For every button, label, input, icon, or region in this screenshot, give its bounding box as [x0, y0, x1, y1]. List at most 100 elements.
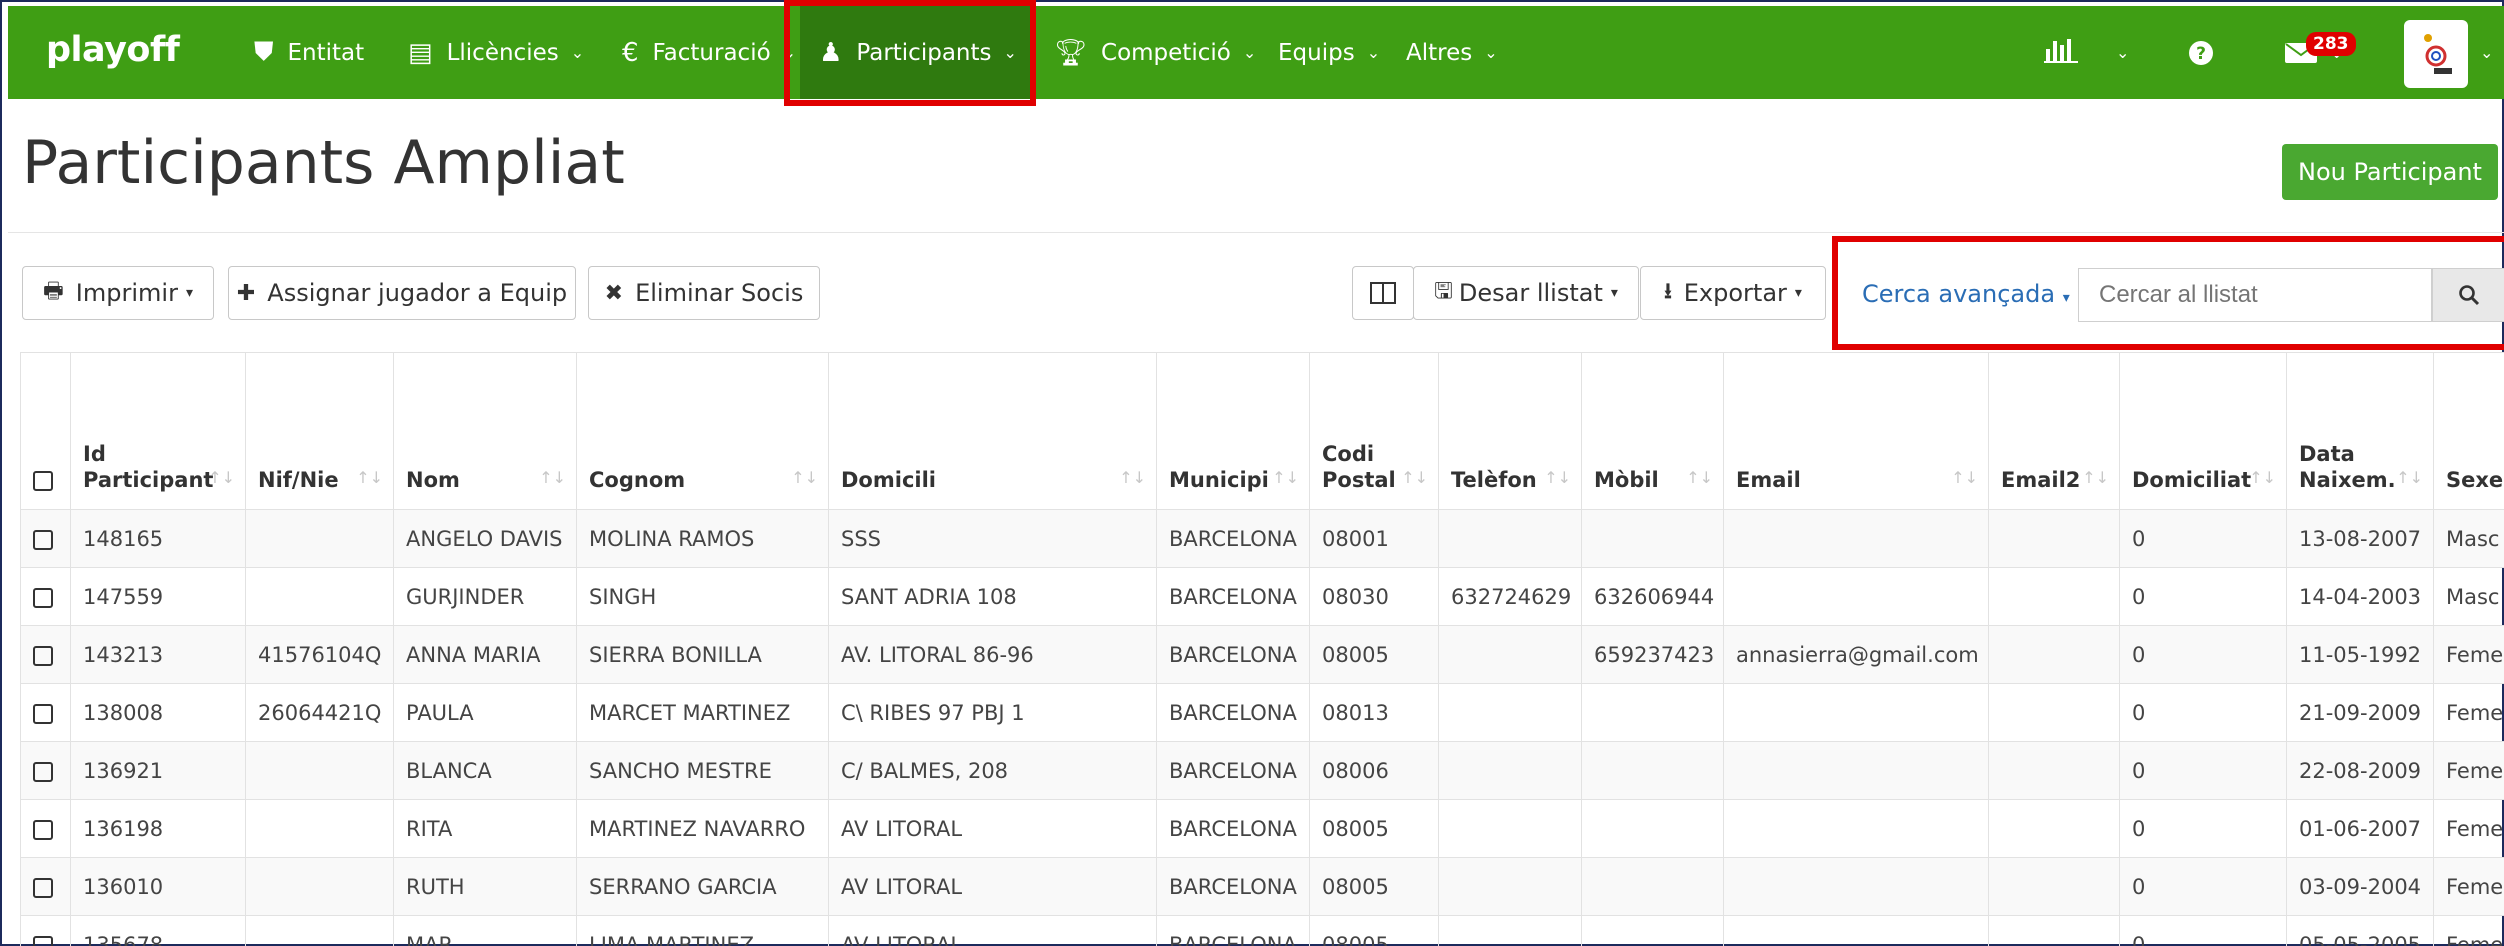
header-email2[interactable]: Email2 ↑↓: [1988, 352, 2120, 510]
table-row[interactable]: 136921 BLANCA SANCHO MESTRE C/ BALMES, 208 B…: [20, 741, 2504, 800]
row-checkbox[interactable]: [33, 819, 53, 840]
table-cell: [1438, 915, 1582, 946]
row-checkbox[interactable]: [33, 877, 53, 898]
help-button[interactable]: ?: [2188, 6, 2214, 99]
advanced-search-toggle[interactable]: Cerca avançada ▾: [1862, 280, 2070, 308]
table-cell: PAULA: [393, 683, 577, 742]
table-cell: [1988, 857, 2120, 916]
table-row[interactable]: 135678 MAR LIMA MARTINEZ AV LITORAL BARCELON…: [20, 915, 2504, 946]
header-telefon[interactable]: Telèfon ↑↓: [1438, 352, 1582, 510]
export-button[interactable]: ⭳ Exportar ▾: [1640, 266, 1826, 320]
header-data-naixement[interactable]: Data Naixem. ↑↓: [2286, 352, 2434, 510]
table-cell: [1581, 741, 1724, 800]
club-logo-avatar[interactable]: [2404, 20, 2468, 88]
row-checkbox[interactable]: [33, 587, 53, 608]
nav-altres-label: Altres: [1406, 39, 1473, 66]
table-cell: MOLINA RAMOS: [576, 509, 829, 568]
nav-equips[interactable]: Equips ⌄: [1278, 6, 1380, 99]
table-cell: [245, 509, 394, 568]
columns-toggle-button[interactable]: [1352, 266, 1414, 320]
table-cell: AV LITORAL: [828, 915, 1157, 946]
header-sexe[interactable]: Sexe: [2433, 352, 2504, 510]
table-cell: 0: [2119, 857, 2287, 916]
nav-altres[interactable]: Altres ⌄: [1406, 6, 1498, 99]
printer-icon: 🖶︎: [43, 279, 64, 304]
header-nom[interactable]: Nom ↑↓: [393, 352, 577, 510]
plus-icon: ✚: [236, 280, 256, 306]
table-cell: MAR: [393, 915, 577, 946]
row-select-cell: [20, 625, 71, 684]
table-cell: 0: [2119, 567, 2287, 626]
table-row[interactable]: 138008 26064421Q PAULA MARCET MARTINEZ C\ RI…: [20, 683, 2504, 742]
table-cell: SIERRA BONILLA: [576, 625, 829, 684]
table-row[interactable]: 136198 RITA MARTINEZ NAVARRO AV LITORAL BARC…: [20, 799, 2504, 858]
table-row[interactable]: 143213 41576104Q ANNA MARIA SIERRA BONILLA A…: [20, 625, 2504, 684]
delete-members-button[interactable]: ✖ Eliminar Socis: [588, 266, 820, 320]
table-cell: annasierra@gmail.com: [1723, 625, 1989, 684]
table-cell: [1988, 915, 2120, 946]
print-button[interactable]: 🖶︎ Imprimir ▾: [22, 266, 214, 320]
header-domicili[interactable]: Domicili ↑↓: [828, 352, 1157, 510]
table-cell: 03-09-2004: [2286, 857, 2434, 916]
table-cell: SANT ADRIA 108: [828, 567, 1157, 626]
table-cell: SERRANO GARCIA: [576, 857, 829, 916]
table-cell: 136198: [70, 799, 246, 858]
table-row[interactable]: 148165 ANGELO DAVIS MOLINA RAMOS SSS BARCELO…: [20, 509, 2504, 568]
select-all-checkbox[interactable]: [33, 471, 53, 491]
table-cell: [245, 799, 394, 858]
header-nif[interactable]: Nif/Nie ↑↓: [245, 352, 394, 510]
row-checkbox[interactable]: [33, 529, 53, 550]
floppy-disk-icon: 🖫︎: [1434, 279, 1453, 304]
header-domiciliat[interactable]: Domiciliat ↑↓: [2119, 352, 2287, 510]
user-menu-toggle[interactable]: ⌄: [2480, 6, 2493, 99]
table-row[interactable]: 147559 GURJINDER SINGH SANT ADRIA 108 BARCEL…: [20, 567, 2504, 626]
euro-icon: €: [622, 37, 639, 68]
assign-player-button[interactable]: ✚ Assignar jugador a Equip: [228, 266, 576, 320]
close-icon: ✖: [604, 280, 624, 306]
delete-label: Eliminar Socis: [635, 279, 804, 307]
question-icon: ?: [2189, 40, 2213, 65]
stats-menu[interactable]: ⌄: [2044, 6, 2129, 99]
print-label: Imprimir: [75, 279, 178, 307]
nav-competicio[interactable]: 🏆︎ Competició ⌄: [1054, 6, 1256, 99]
table-cell: 632724629: [1438, 567, 1582, 626]
table-cell: [245, 857, 394, 916]
download-icon: ⭳: [1664, 279, 1672, 304]
brand-logo[interactable]: playoff: [46, 30, 180, 70]
row-checkbox[interactable]: [33, 645, 53, 666]
table-cell: BARCELONA: [1156, 741, 1310, 800]
table-cell: Feme: [2433, 799, 2504, 858]
table-cell: 148165: [70, 509, 246, 568]
chevron-down-icon: ⌄: [2116, 43, 2130, 62]
header-codi-postal[interactable]: Codi Postal ↑↓: [1309, 352, 1439, 510]
save-list-button[interactable]: 🖫︎ Desar llistat ▾: [1413, 266, 1639, 320]
row-checkbox[interactable]: [33, 935, 53, 946]
table-cell: RUTH: [393, 857, 577, 916]
table-row[interactable]: 136010 RUTH SERRANO GARCIA AV LITORAL BARCEL…: [20, 857, 2504, 916]
nav-entitat[interactable]: ⛊ Entitat: [254, 6, 364, 99]
header-municipi[interactable]: Municipi ↑↓: [1156, 352, 1310, 510]
table-cell: Masc: [2433, 509, 2504, 568]
nav-equips-label: Equips: [1278, 39, 1355, 66]
table-cell: [245, 567, 394, 626]
caret-down-icon: ▾: [1610, 285, 1618, 301]
table-cell: [1581, 915, 1724, 946]
row-select-cell: [20, 857, 71, 916]
participants-highlight: [784, 0, 1036, 106]
row-checkbox[interactable]: [33, 703, 53, 724]
header-email[interactable]: Email ↑↓: [1723, 352, 1989, 510]
nav-llicencies[interactable]: ▤ Llicències ⌄: [408, 6, 584, 99]
nav-facturacio[interactable]: € Facturació ⌄: [622, 6, 796, 99]
table-cell: 0: [2119, 915, 2287, 946]
row-checkbox[interactable]: [33, 761, 53, 782]
columns-icon: [1370, 282, 1396, 304]
table-cell: [1988, 567, 2120, 626]
new-participant-button[interactable]: Nou Participant: [2282, 144, 2498, 200]
search-button[interactable]: [2432, 268, 2504, 322]
header-id-participant[interactable]: Id Participant ↑↓: [70, 352, 246, 510]
table-cell: [1988, 509, 2120, 568]
table-cell: 135678: [70, 915, 246, 946]
header-cognom[interactable]: Cognom ↑↓: [576, 352, 829, 510]
search-input[interactable]: [2078, 268, 2432, 322]
header-mobil[interactable]: Mòbil ↑↓: [1581, 352, 1724, 510]
